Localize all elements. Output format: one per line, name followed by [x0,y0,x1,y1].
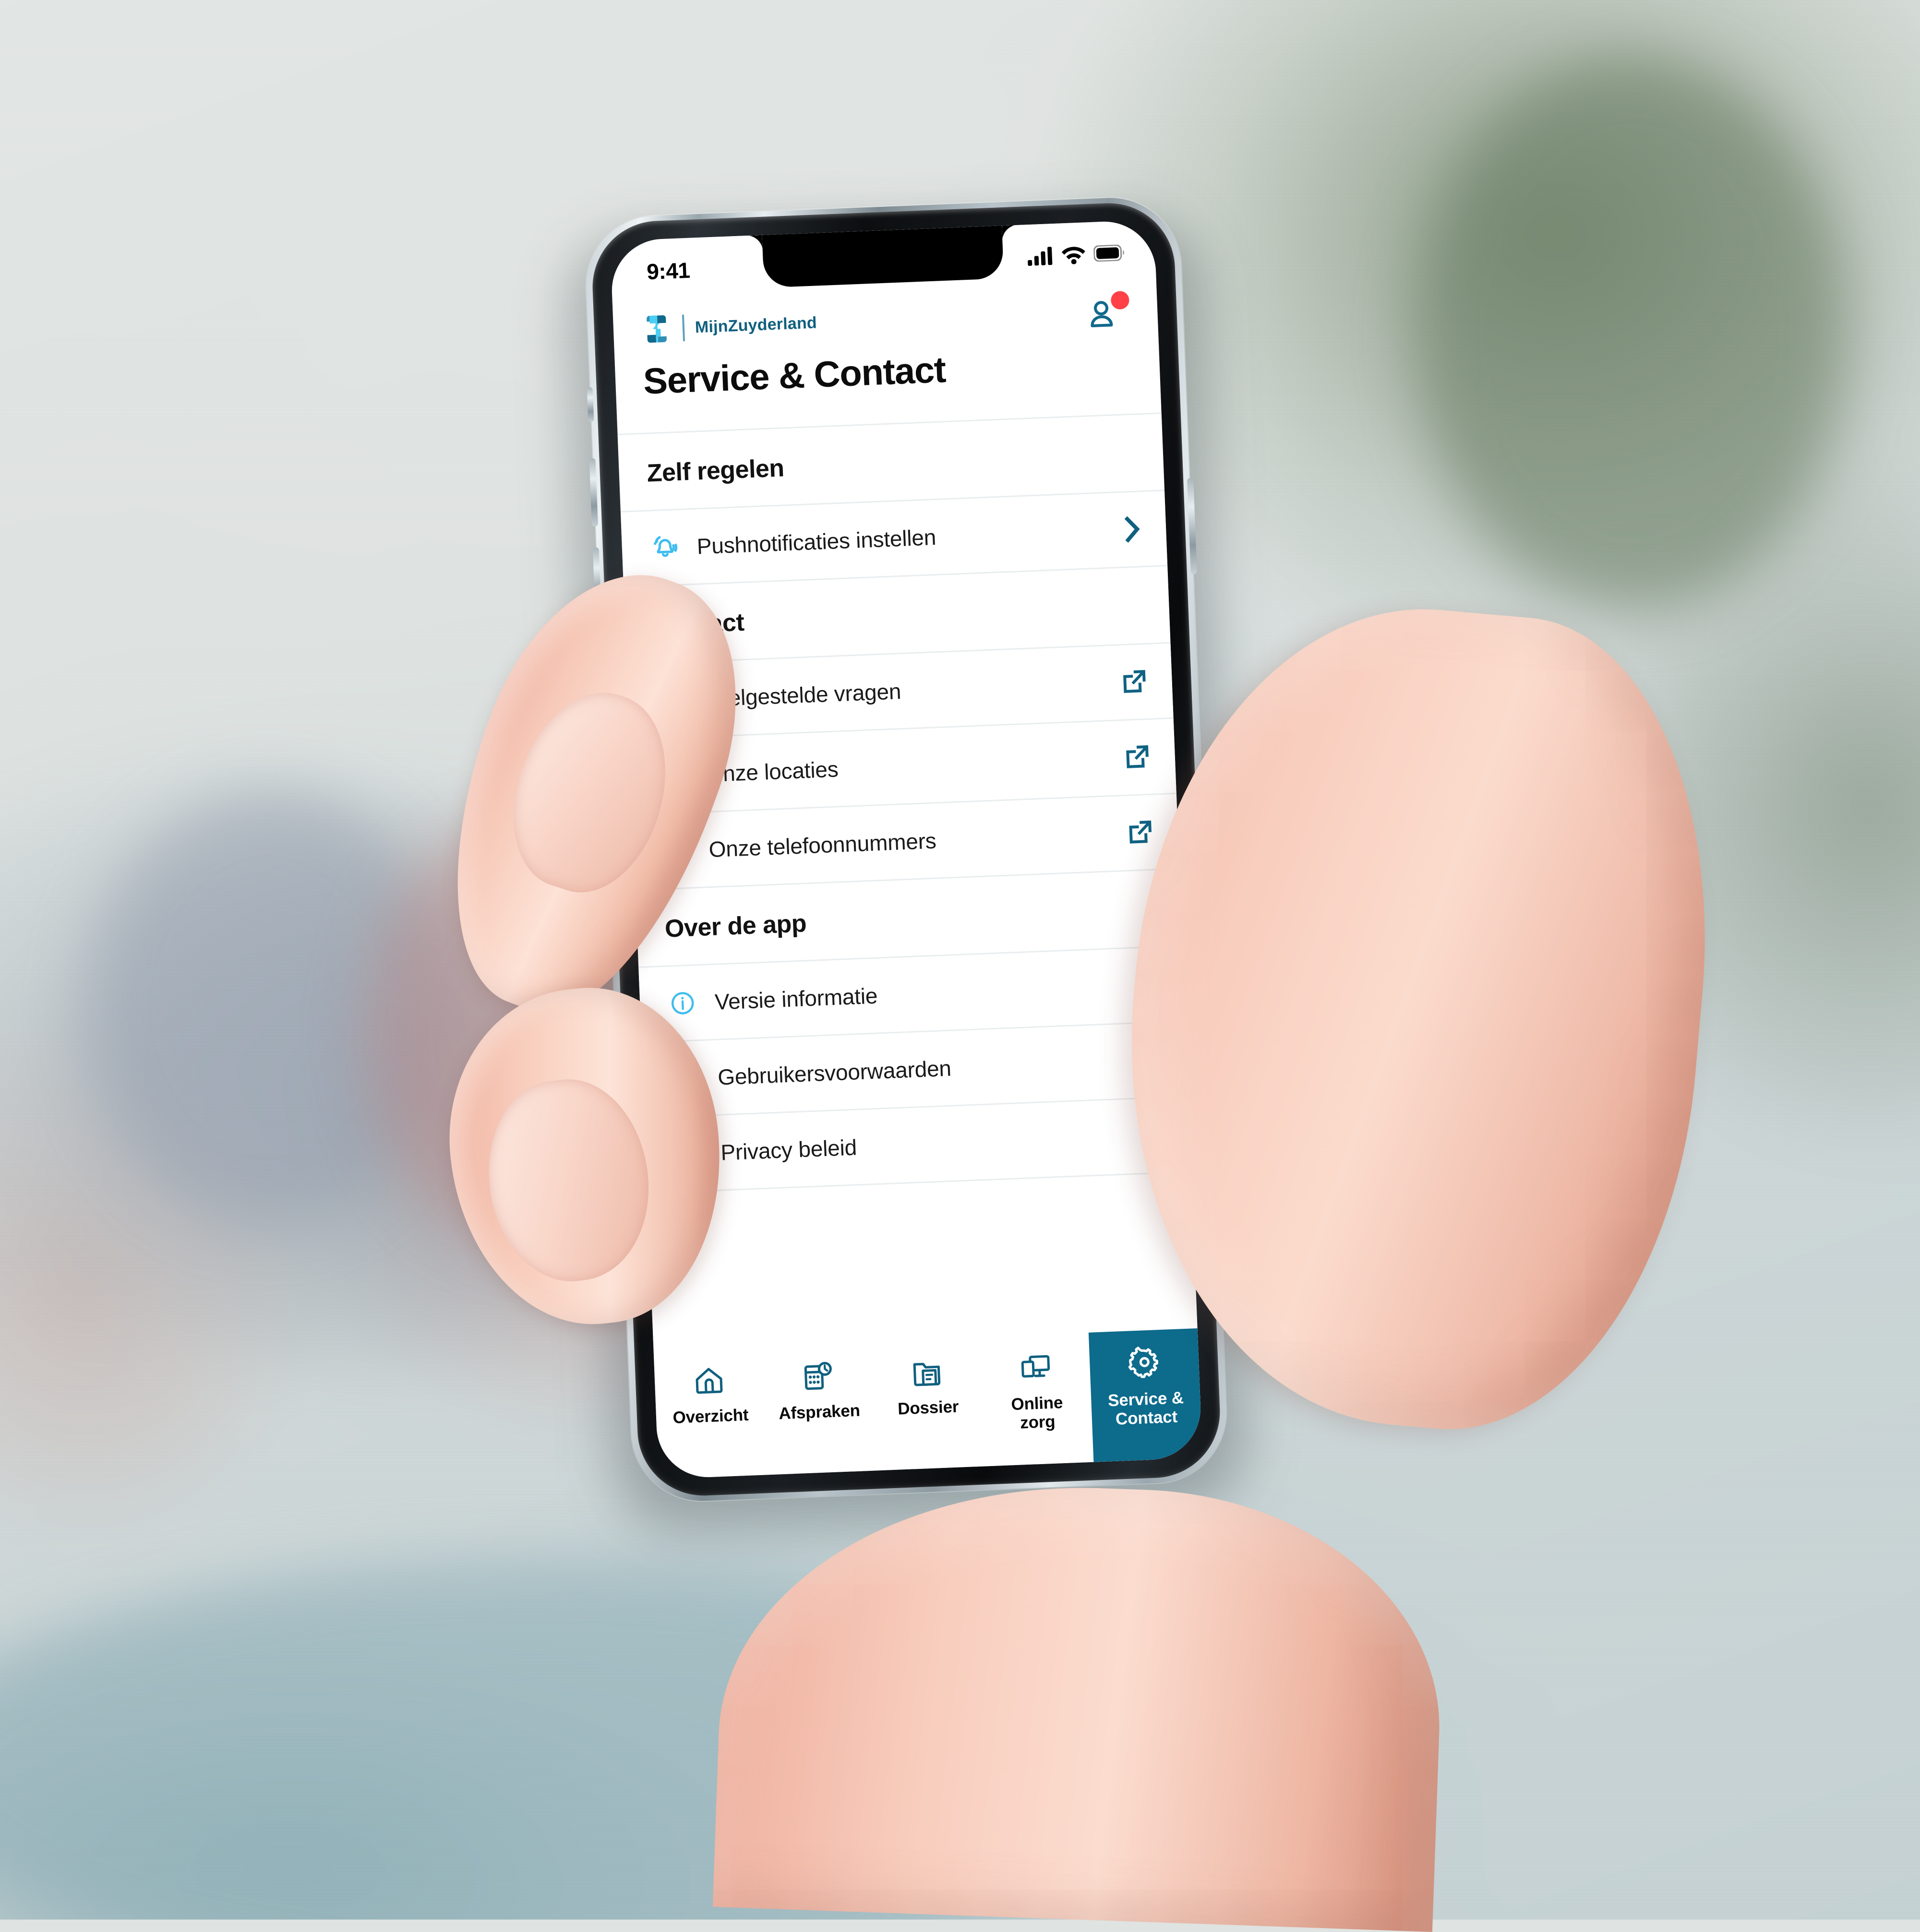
tab-label: Afspraken [778,1401,861,1423]
list-item-label: Pushnotificaties instellen [696,525,937,559]
gear-icon [1127,1344,1163,1383]
devices-icon [1018,1348,1053,1387]
phone-device: 9:41 MijnZuyderland Service & Contact Ze… [565,195,1249,1533]
external-link-icon[interactable] [1124,819,1153,846]
mijnzuyderland-logo-icon [641,313,672,345]
battery-icon [1093,244,1124,262]
tab-label: Online zorg [1010,1393,1063,1432]
cellular-signal-icon [1028,247,1053,266]
list-item-label: Onze telefoonnummers [708,828,937,862]
tab-label: Dossier [897,1397,959,1419]
phone-notch [762,226,1004,288]
brand-logo-group: MijnZuyderland [641,307,817,345]
calendar-clock-icon [801,1357,836,1396]
list-item-label: Gebruikersvoorwaarden [717,1055,952,1090]
app-root: 9:41 MijnZuyderland Service & Contact Ze… [610,219,1203,1479]
bottom-tab-bar: Overzicht Afspraken Dossier Online zorg … [653,1328,1203,1479]
wifi-icon [1061,247,1085,264]
tab-overzicht[interactable]: Overzicht [654,1346,768,1479]
document-icon [670,1063,701,1094]
profile-icon[interactable] [1088,290,1130,331]
tab-service-contact[interactable]: Service & Contact [1089,1328,1203,1462]
list-item-label: Versie informatie [714,983,878,1014]
tab-dossier[interactable]: Dossier [871,1337,985,1471]
mobile-phone-icon [661,835,692,866]
chevron-right-icon[interactable] [1129,971,1159,999]
tab-online-zorg[interactable]: Online zorg [980,1333,1093,1467]
phone-body: 9:41 MijnZuyderland Service & Contact Ze… [590,201,1223,1498]
list-item-label: Privacy beleid [720,1134,857,1165]
status-icons-group [1027,243,1126,266]
chevron-right-icon[interactable] [1112,515,1141,543]
notification-badge [1110,290,1130,310]
logo-divider [682,314,685,342]
list-item-label: Veelgestelde vragen [702,679,902,712]
external-link-icon[interactable] [1133,1047,1163,1073]
home-icon [692,1361,727,1400]
external-link-icon[interactable] [1136,1122,1165,1149]
external-link-icon[interactable] [1118,668,1148,695]
bell-notification-icon [649,532,680,563]
status-time: 9:41 [646,257,691,285]
info-circle-icon [667,988,698,1018]
shield-icon [673,1138,704,1169]
map-pin-icon [658,760,689,791]
content-scroll-area[interactable]: Zelf regelen Pushnotificaties instellen … [617,414,1198,1350]
external-link-icon[interactable] [1121,744,1151,771]
tab-label: Overzicht [672,1405,749,1427]
brand-name: MijnZuyderland [695,313,817,336]
phone-screen: 9:41 MijnZuyderland Service & Contact Ze… [610,219,1203,1479]
tab-afspraken[interactable]: Afspraken [762,1341,876,1475]
tab-label: Service & Contact [1107,1388,1184,1429]
chat-messages-icon [655,685,686,716]
list-item-label: Onze locaties [705,756,839,787]
folder-icon [909,1353,944,1392]
